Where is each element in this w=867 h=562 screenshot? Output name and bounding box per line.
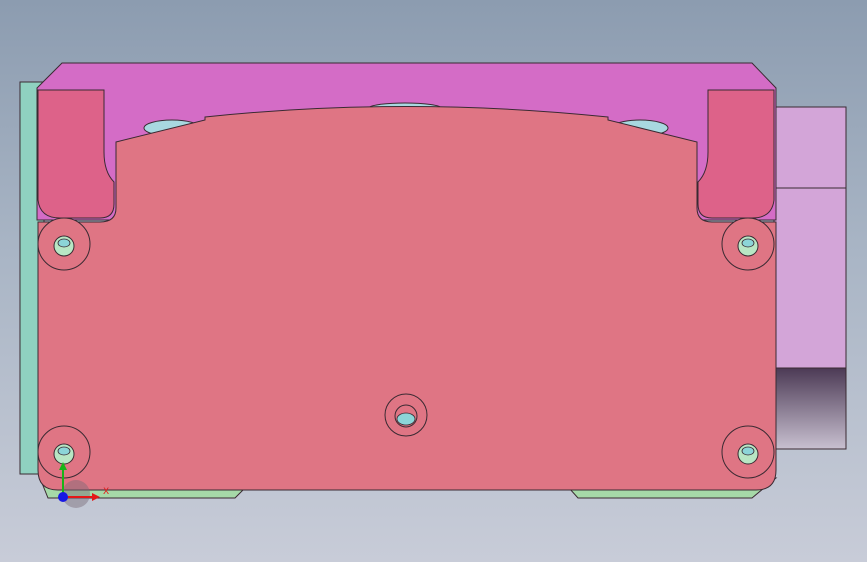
jaw-block-right[interactable] bbox=[697, 89, 775, 219]
x-axis-label: X bbox=[103, 487, 110, 497]
model-canvas[interactable] bbox=[0, 0, 867, 562]
screw-top-right[interactable] bbox=[721, 217, 775, 271]
z-axis-dot bbox=[58, 492, 68, 502]
screw-top-left[interactable] bbox=[37, 217, 91, 271]
side-block[interactable] bbox=[773, 106, 847, 450]
cad-viewport[interactable]: X bbox=[0, 0, 867, 562]
center-hole[interactable] bbox=[384, 393, 428, 437]
screw-bottom-right[interactable] bbox=[721, 425, 775, 479]
jaw-block-left[interactable] bbox=[37, 89, 115, 219]
